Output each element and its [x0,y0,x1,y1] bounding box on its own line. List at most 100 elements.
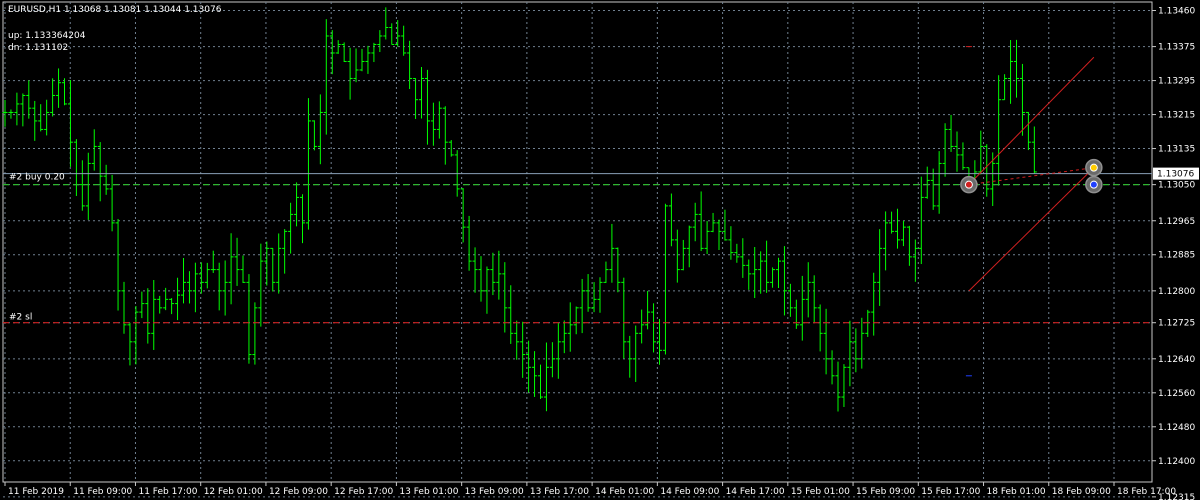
candle [734,243,740,263]
candle [181,258,186,304]
candle [1031,126,1037,174]
candle [770,267,776,288]
candle [817,304,823,352]
candle [133,306,139,365]
candle [139,291,145,319]
candle [538,364,543,399]
candle [300,194,305,244]
candle [549,342,555,378]
candle [276,233,282,294]
candle [353,48,359,83]
candle [103,164,109,195]
trade-open-marker[interactable] [960,175,978,194]
time-tick-label: 15 Feb 09:00 [856,487,915,497]
indicator-up-value: up: 1.133364204 [8,31,86,41]
candle [615,247,621,293]
trade-connector-line [968,167,1094,186]
candle [389,23,395,45]
candle [210,250,216,273]
stop-loss-label: #2 sl [9,313,32,323]
channel-upper-line[interactable] [968,56,1095,186]
candle [365,45,371,74]
candle [311,120,317,151]
candle [651,303,657,353]
candle [151,280,157,350]
candle [1014,39,1019,98]
price-tick-label: 1.13375 [1158,43,1195,53]
candle [305,98,311,230]
trade-close-marker[interactable] [1085,175,1103,194]
candle [674,229,680,283]
candle [240,255,246,283]
candle [175,277,181,321]
candle [877,229,883,306]
candle [764,240,770,293]
candle [478,256,484,302]
time-tick-label: 13 Feb 01:00 [399,487,458,497]
candle [841,364,847,407]
candle [948,114,954,152]
candle [912,239,918,282]
time-axis-layer: 11 Feb 2019 11 Feb 09:00 11 Feb 17:00 12 Fe… [4,482,1176,497]
candle [639,309,645,344]
candle [710,212,716,233]
candle [198,262,204,294]
candle [97,142,103,202]
candle [853,328,859,373]
price-tick-label: 1.12965 [1158,217,1195,227]
candle [341,42,347,63]
candle [79,160,85,211]
candle [1025,111,1031,151]
candle [419,66,424,119]
candle [787,283,793,317]
candle [532,351,538,397]
candle [121,281,127,334]
candle [460,188,466,243]
candle [228,233,234,305]
time-tick-label: 11 Feb 09:00 [73,487,132,497]
candle [430,102,436,146]
candle [805,262,811,318]
candle [317,94,323,165]
candle [282,229,288,274]
trade-target-marker[interactable] [1085,158,1103,177]
candle [91,129,97,171]
candle [14,92,20,126]
candle [567,302,573,352]
candle [954,131,960,172]
chart-window[interactable]: #2 buy 0.20 #2 sl 1.13460 1.13375 1.13295 1.… [0,0,1200,500]
candle [264,241,270,286]
time-tick-label: 12 Feb 09:00 [269,487,328,497]
candle [752,247,758,299]
price-chart[interactable]: #2 buy 0.20#2 sl 1.134601.133751.132951.… [0,0,1200,500]
buy-entry-label: #2 buy 0.20 [9,173,65,183]
candle [889,211,895,234]
candle [67,80,73,167]
candle [871,272,877,336]
candle [502,262,508,333]
horizontal-lines-layer: #2 buy 0.20 #2 sl [3,173,1152,324]
candle [597,277,603,313]
candle [781,246,787,316]
candle [716,219,722,250]
candle [621,277,627,359]
candle [377,30,383,53]
candle [192,262,198,313]
candle [169,298,175,315]
time-tick-label: 14 Feb 09:00 [660,487,719,497]
candle [347,47,353,100]
candle [383,7,389,40]
candle [109,174,115,232]
candle [823,308,829,375]
candle [73,139,79,196]
time-tick-label: 18 Feb 01:00 [987,487,1046,497]
symbol-ohlc-readout: EURUSD,H1 1.13068 1.13081 1.13044 1.1307… [8,5,222,15]
candle [466,215,472,271]
candle [38,104,44,132]
time-tick-label: 12 Feb 17:00 [334,487,393,497]
candle [234,237,240,286]
candle [436,101,442,139]
candle [216,262,222,311]
candle [746,259,752,290]
channel-lower-line[interactable] [968,167,1095,292]
